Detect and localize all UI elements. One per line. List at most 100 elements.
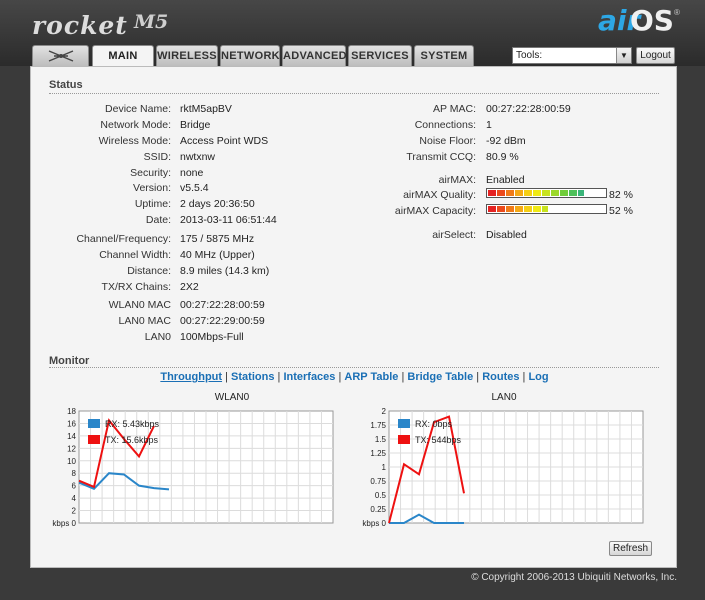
y-tick-label: 10 <box>67 457 76 466</box>
content-panel: Status Device Name: rktM5apBV Network Mode… <box>30 66 677 568</box>
status-value: 1 <box>486 119 492 131</box>
legend-swatch <box>398 419 410 428</box>
link-separator: | <box>473 371 483 383</box>
ubnt-antenna-tab[interactable] <box>32 45 89 66</box>
chart-title-wlan0: WLAN0 <box>214 392 250 403</box>
tab-services[interactable]: SERVICES <box>348 45 412 66</box>
status-value: Enabled <box>486 174 525 186</box>
meter-segment <box>578 190 585 196</box>
trademark: ® <box>674 8 680 17</box>
meter-segment <box>515 206 524 212</box>
meter-segment <box>506 190 515 196</box>
y-tick-label: 1.25 <box>370 449 386 458</box>
monitor-links: Throughput | Stations | Interfaces | ARP… <box>31 371 678 383</box>
tab-wireless[interactable]: WIRELESS <box>156 45 218 66</box>
monitor-title: Monitor <box>49 355 90 367</box>
y-tick-label: 8 <box>72 469 77 478</box>
meter-segment <box>506 206 515 212</box>
tab-advanced[interactable]: ADVANCED <box>282 45 347 66</box>
y-tick-label: 4 <box>72 494 77 503</box>
status-label: airMAX Quality: <box>403 189 476 201</box>
legend-label: TX: 15.6kbps <box>105 435 159 445</box>
status-value: 00:27:22:28:00:59 <box>486 103 571 115</box>
refresh-button[interactable]: Refresh <box>609 541 652 556</box>
status-value: 8.9 miles (14.3 km) <box>180 265 270 277</box>
header: rocket M5 air OS ® MAIN WIRELESS NETWORK… <box>0 0 705 67</box>
y-tick-label: 0.25 <box>370 505 386 514</box>
status-label: airSelect: <box>432 229 476 241</box>
status-value: rktM5apBV <box>180 103 232 115</box>
legend-label: RX: 5.43kbps <box>105 419 160 429</box>
monitor-divider <box>49 367 659 368</box>
tab-network[interactable]: NETWORK <box>220 45 280 66</box>
meter-segment <box>533 206 542 212</box>
y-tick-label: 12 <box>67 444 76 453</box>
status-value: 175 / 5875 MHz <box>180 233 255 245</box>
status-label: Device Name: <box>105 103 171 115</box>
y-tick-label: 2 <box>72 507 77 516</box>
tools-select-value: Tools: <box>516 50 543 61</box>
meter-segment <box>542 190 551 196</box>
status-label: Channel/Frequency: <box>76 233 171 245</box>
airos-logo-os: OS <box>630 4 674 37</box>
monitor-link-arp-table[interactable]: ARP Table <box>344 371 398 383</box>
status-value: 00:27:22:28:00:59 <box>180 299 265 311</box>
monitor-link-routes[interactable]: Routes <box>482 371 519 383</box>
tab-main[interactable]: MAIN <box>92 45 154 67</box>
meter-segment <box>497 190 506 196</box>
status-value: Bridge <box>180 119 211 131</box>
legend-label: RX: 0bps <box>415 419 453 429</box>
status-divider <box>49 93 659 94</box>
monitor-link-interfaces[interactable]: Interfaces <box>283 371 335 383</box>
meter-segment <box>560 190 569 196</box>
status-label: Network Mode: <box>100 119 171 131</box>
status-value: 2013-03-11 06:51:44 <box>180 214 277 226</box>
status-title: Status <box>49 79 83 91</box>
legend-swatch <box>88 435 100 444</box>
status-label: Transmit CCQ: <box>406 151 476 163</box>
status-label: Date: <box>145 214 171 226</box>
chevron-down-icon[interactable]: ▼ <box>616 48 631 63</box>
monitor-link-bridge-table[interactable]: Bridge Table <box>407 371 473 383</box>
y-tick-label: 1.5 <box>375 435 387 444</box>
y-tick-label: 1 <box>382 463 387 472</box>
airmax-capacity-meter <box>486 204 607 214</box>
tab-system[interactable]: SYSTEM <box>414 45 474 66</box>
meter-segment <box>524 206 533 212</box>
wlan0-throughput-chart: kbps 0 2 4 6 8 10 12 14 16 18 RX: 5.43kbps TX: 15.6… <box>52 407 334 528</box>
tools-select[interactable]: Tools: ▼ <box>512 47 632 64</box>
status-label: Version: <box>133 182 171 194</box>
status-value: 2 days 20:36:50 <box>180 198 255 210</box>
monitor-link-log[interactable]: Log <box>528 371 548 383</box>
meter-segment <box>497 206 506 212</box>
status-value: Access Point WDS <box>180 135 269 147</box>
y-tick-label: kbps 0 <box>362 519 386 528</box>
y-tick-label: 0.5 <box>375 491 387 500</box>
status-label: Distance: <box>127 265 171 277</box>
status-label: airMAX Capacity: <box>394 205 476 217</box>
status-label: SSID: <box>143 151 171 163</box>
meter-segment <box>533 190 542 196</box>
status-value: nwtxnw <box>180 151 216 163</box>
status-label: airMAX: <box>438 174 476 186</box>
status-value: 52 % <box>609 205 633 217</box>
antenna-icon <box>48 50 73 62</box>
monitor-link-stations[interactable]: Stations <box>231 371 274 383</box>
lan0-throughput-chart: kbps 0 0.25 0.5 0.75 1 1.25 1.5 1.75 2 RX: 0bps TX… <box>362 407 644 528</box>
monitor-link-throughput[interactable]: Throughput <box>160 371 222 383</box>
legend-swatch <box>88 419 100 428</box>
status-value: 80.9 % <box>486 151 519 163</box>
status-value: 82 % <box>609 189 633 201</box>
model-logo: M5 <box>134 11 169 33</box>
meter-segment <box>542 206 549 212</box>
status-label: AP MAC: <box>433 103 476 115</box>
status-label: Security: <box>130 167 171 179</box>
meter-segment <box>488 190 497 196</box>
meter-segment <box>551 190 560 196</box>
status-value: 40 MHz (Upper) <box>180 249 255 261</box>
chart-title-lan0: LAN0 <box>491 392 517 403</box>
status-label: TX/RX Chains: <box>101 281 171 293</box>
legend-swatch <box>398 435 410 444</box>
logout-button[interactable]: Logout <box>636 47 675 64</box>
status-label: Uptime: <box>134 198 171 210</box>
